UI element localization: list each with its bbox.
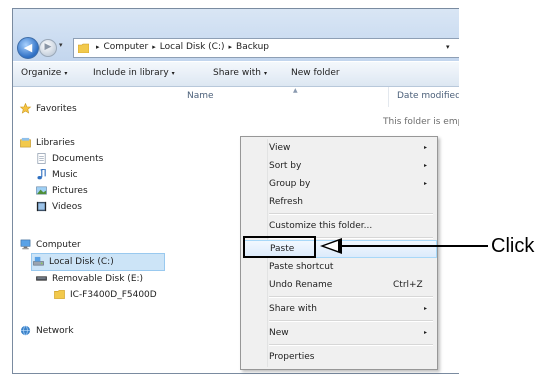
pictures-icon [36,186,47,195]
share-with-button[interactable]: Share with ▾ [213,68,267,78]
column-header-name[interactable]: Name [187,91,214,101]
back-button[interactable]: ◀ [17,37,39,59]
menu-item-group-by[interactable]: Group by ▸ [243,175,435,193]
nav-pictures[interactable]: Pictures [35,183,88,199]
nav-computer-label: Computer [36,240,81,250]
menu-item-label: Undo Rename [269,280,333,290]
breadcrumb-separator[interactable]: ▸ [96,43,100,51]
sort-up-icon: ▲ [293,87,298,94]
folder-icon [78,43,89,53]
nav-ic-folder-label: IC-F3400D_F5400D [70,290,157,300]
folder-icon [54,290,65,299]
breadcrumb-local-disk[interactable]: Local Disk (C:) [160,42,225,52]
nav-documents[interactable]: Documents [35,151,103,167]
menu-item-sort-by[interactable]: Sort by ▸ [243,157,435,175]
menu-item-label: Properties [269,352,315,362]
removable-disk-icon [36,276,47,281]
nav-music-label: Music [52,170,78,180]
new-folder-button[interactable]: New folder [291,68,340,78]
nav-videos-label: Videos [52,202,82,212]
chevron-down-icon: ▾ [263,70,267,77]
hard-drive-icon [33,256,44,266]
nav-removable-disk-label: Removable Disk (E:) [52,274,144,284]
submenu-arrow-icon: ▸ [423,329,427,336]
chevron-down-icon: ▾ [171,70,175,77]
menu-separator [269,296,433,298]
callout-arrow-inner [324,241,338,251]
nav-ic-folder[interactable]: IC-F3400D_F5400D [53,287,157,303]
organize-label: Organize [21,68,62,78]
menu-item-view[interactable]: View ▸ [243,139,435,157]
breadcrumb-separator[interactable]: ▸ [229,43,233,51]
star-icon [19,103,32,114]
menu-separator [269,344,433,346]
breadcrumb: ▸ Computer ▸ Local Disk (C:) ▸ Backup [92,42,269,52]
chevron-down-icon: ▾ [64,70,68,77]
breadcrumb-computer[interactable]: Computer [104,42,149,52]
nav-local-disk-label: Local Disk (C:) [49,257,114,267]
breadcrumb-backup[interactable]: Backup [236,42,269,52]
menu-item-label: Paste shortcut [269,262,334,272]
command-bar: Organize ▾ Include in library ▾ Share with… [13,62,459,87]
nav-favorites-label: Favorites [36,104,77,114]
column-divider[interactable] [388,87,389,107]
menu-item-new[interactable]: New ▸ [243,324,435,342]
network-icon [20,325,31,336]
nav-pictures-label: Pictures [52,186,88,196]
music-icon [37,169,46,180]
menu-separator [269,320,433,322]
share-with-label: Share with [213,68,261,78]
nav-libraries-label: Libraries [36,138,75,148]
submenu-arrow-icon: ▸ [423,162,427,169]
videos-icon [36,201,47,212]
menu-item-shortcut: Ctrl+Z [393,280,423,290]
nav-network[interactable]: Network [19,323,74,339]
nav-videos[interactable]: Videos [35,199,82,215]
menu-item-refresh[interactable]: Refresh [243,193,435,211]
submenu-arrow-icon: ▸ [423,305,427,312]
callout-line [342,245,488,247]
callout-label: Click [491,235,535,257]
include-in-library-button[interactable]: Include in library ▾ [93,68,175,78]
documents-icon [37,153,46,164]
forward-button[interactable]: ▶ [39,39,57,57]
menu-item-label: Refresh [269,197,303,207]
nav-computer[interactable]: Computer [19,237,81,253]
include-in-library-label: Include in library [93,68,169,78]
menu-separator [269,213,433,215]
callout-highlight-box [243,236,316,258]
submenu-arrow-icon: ▸ [423,180,427,187]
empty-folder-message: This folder is empt [383,117,459,127]
nav-network-label: Network [36,326,74,336]
menu-item-share-with[interactable]: Share with ▸ [243,300,435,318]
menu-item-label: Sort by [269,161,302,171]
menu-item-label: Group by [269,179,311,189]
menu-item-paste-shortcut[interactable]: Paste shortcut [243,258,435,276]
menu-item-customize-folder[interactable]: Customize this folder... [243,217,435,235]
nav-removable-disk[interactable]: Removable Disk (E:) [35,271,143,287]
submenu-arrow-icon: ▸ [423,144,427,151]
nav-music[interactable]: Music [35,167,78,183]
libraries-icon [20,137,31,148]
menu-item-label: New [269,328,289,338]
nav-documents-label: Documents [52,154,104,164]
navigation-pane: Favorites Libraries Documents Music Pict… [13,87,173,373]
computer-icon [20,239,31,250]
address-bar[interactable]: ▸ Computer ▸ Local Disk (C:) ▸ Backup ▾ [73,38,459,58]
nav-favorites[interactable]: Favorites [19,101,77,117]
menu-item-label: Customize this folder... [269,221,373,231]
menu-item-label: View [269,143,291,153]
menu-item-undo-rename[interactable]: Undo Rename Ctrl+Z [243,276,435,294]
organize-button[interactable]: Organize ▾ [21,68,67,78]
title-bar: ◀ ▶ ▾ ▸ Computer ▸ Local Disk (C:) ▸ Backup ▾ [13,9,459,61]
column-header-date-modified[interactable]: Date modified [397,91,459,101]
nav-local-disk[interactable]: Local Disk (C:) [31,253,165,271]
nav-libraries[interactable]: Libraries [19,135,75,151]
menu-item-properties[interactable]: Properties [243,348,435,366]
recent-pages-dropdown[interactable]: ▾ [59,41,63,49]
menu-item-label: Share with [269,304,317,314]
breadcrumb-separator[interactable]: ▸ [152,43,156,51]
address-dropdown[interactable]: ▾ [446,43,450,51]
